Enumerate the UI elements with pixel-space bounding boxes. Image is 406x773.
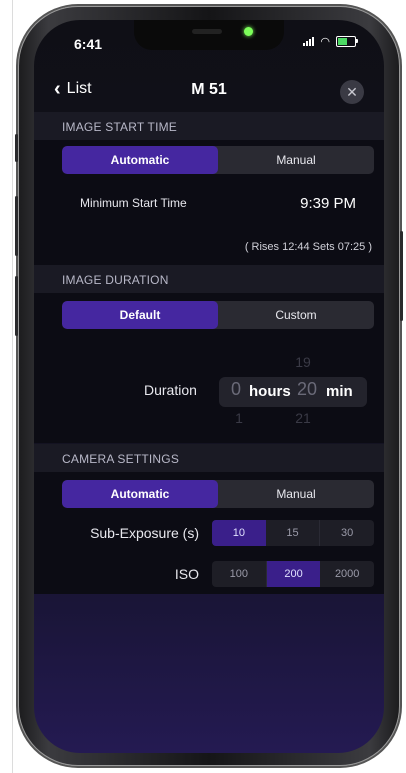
camera-settings-header: CAMERA SETTINGS [34,444,384,472]
section-title: IMAGE START TIME [62,120,177,134]
image-start-time-header: IMAGE START TIME [34,112,384,140]
wifi-icon: ◠ [320,35,330,48]
status-time: 6:41 [74,36,103,52]
sub-exposure-option-10[interactable]: 10 [212,520,266,546]
iso-label: ISO [174,566,199,582]
start-time-manual-option[interactable]: Manual [218,146,374,174]
speaker-grille [192,29,222,34]
start-time-automatic-option[interactable]: Automatic [62,146,218,174]
close-button[interactable]: ✕ [340,80,364,104]
iso-control: 100 200 2000 [212,561,374,587]
minutes-unit: min [326,383,353,400]
page-title: M 51 [191,81,227,98]
start-time-mode-control: Automatic Manual [62,146,374,174]
duration-picker[interactable]: 0 hours 20 min [219,377,367,407]
sub-exposure-control: 10 15 30 [212,520,374,546]
sub-exposure-option-30[interactable]: 30 [320,520,374,546]
camera-automatic-option[interactable]: Automatic [62,480,218,508]
section-title: IMAGE DURATION [62,273,169,287]
minimum-start-time-label: Minimum Start Time [80,196,187,210]
image-duration-header: IMAGE DURATION [34,265,384,293]
volume-down-button [15,276,18,336]
phone-screen: 6:41 ◠ ‹ List M 51 ✕ IMAGE START TIME Au… [34,20,384,753]
duration-custom-option[interactable]: Custom [218,301,374,329]
hours-unit: hours [249,383,291,400]
camera-indicator-icon [244,27,253,36]
power-button [400,231,403,321]
duration-default-option[interactable]: Default [62,301,218,329]
minimum-start-time-value[interactable]: 9:39 PM [300,195,356,212]
iso-option-200[interactable]: 200 [266,561,321,587]
close-icon: ✕ [346,84,358,100]
camera-mode-control: Automatic Manual [62,480,374,508]
notch [134,20,284,50]
duration-label: Duration [144,382,197,398]
sub-exposure-option-15[interactable]: 15 [266,520,321,546]
iso-option-100[interactable]: 100 [212,561,267,587]
minutes-next-value: 21 [295,410,311,426]
hours-next-value: 1 [235,410,243,426]
signal-icon [303,37,315,46]
volume-up-button [15,196,18,256]
rise-set-note: ( Rises 12:44 Sets 07:25 ) [244,241,372,253]
duration-mode-control: Default Custom [62,301,374,329]
page-border [12,0,13,773]
section-title: CAMERA SETTINGS [62,452,180,466]
battery-icon [336,36,358,47]
sub-exposure-label: Sub-Exposure (s) [90,525,199,541]
status-icons: ◠ [303,35,358,48]
iso-option-2000[interactable]: 2000 [320,561,374,587]
mute-switch [15,134,18,162]
minutes-prev-value: 19 [295,354,311,370]
camera-manual-option[interactable]: Manual [218,480,374,508]
hours-value[interactable]: 0 [231,379,241,400]
minutes-value[interactable]: 20 [297,379,317,400]
